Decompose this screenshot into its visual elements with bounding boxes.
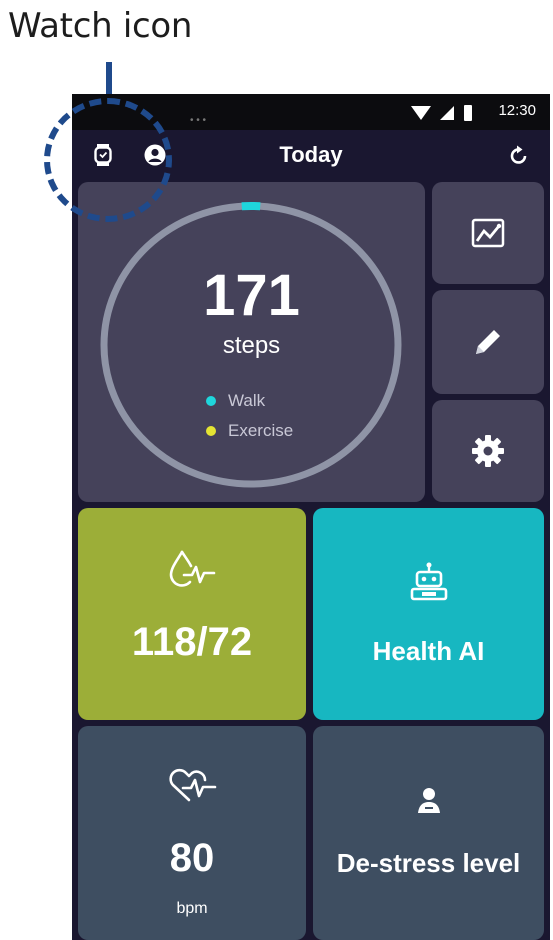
trends-button[interactable] (432, 182, 544, 284)
heart-rate-icon-wrap (78, 766, 306, 804)
steps-legend: Walk Exercise (206, 386, 293, 446)
status-icons (410, 102, 474, 124)
edit-button[interactable] (432, 290, 544, 394)
legend-item-exercise: Exercise (206, 416, 293, 446)
health-ai-icon-wrap (313, 562, 544, 602)
signal-icon (440, 106, 454, 120)
blood-pressure-icon-wrap (78, 548, 306, 588)
gear-icon (472, 435, 504, 467)
blood-drop-pulse-icon (169, 550, 216, 587)
heart-pulse-icon (169, 768, 217, 802)
exercise-legend-dot (206, 426, 216, 436)
steps-unit: steps (222, 332, 281, 359)
heart-rate-card[interactable]: 80 bpm (78, 726, 306, 940)
legend-label-exercise: Exercise (228, 421, 294, 440)
steps-value: 171 (203, 263, 300, 328)
refresh-icon (510, 145, 527, 164)
blood-pressure-value: 118/72 (131, 620, 253, 664)
notification-dots: • • • (190, 115, 207, 126)
steps-card[interactable]: 171 steps Walk Exercise (78, 182, 425, 502)
battery-icon (464, 105, 472, 121)
watch-icon-highlight-circle (44, 98, 172, 222)
phone-screen: • • • 12:30 Today 171 steps Walk Exercis… (72, 94, 550, 940)
status-time: 12:30 (498, 102, 536, 119)
blood-pressure-card[interactable]: 118/72 (78, 508, 306, 720)
refresh-button[interactable] (506, 142, 532, 168)
legend-item-walk: Walk (206, 386, 293, 416)
heart-rate-unit: bpm (176, 900, 208, 917)
destress-icon-wrap (313, 786, 544, 814)
walk-legend-dot (206, 396, 216, 406)
legend-label-walk: Walk (228, 391, 266, 410)
heart-rate-value: 80 (169, 836, 215, 880)
trend-chart-icon (471, 218, 505, 248)
watch-icon-callout-label: Watch icon (8, 6, 193, 46)
robot-icon (410, 562, 447, 601)
health-ai-card[interactable]: Health AI (313, 508, 544, 720)
destress-card[interactable]: De-stress level (313, 726, 544, 940)
pencil-icon (476, 330, 500, 354)
health-ai-label: Health AI (372, 636, 485, 666)
destress-label: De-stress level (336, 848, 521, 878)
person-relax-icon (417, 788, 440, 813)
settings-button[interactable] (432, 400, 544, 502)
wifi-icon (411, 106, 431, 120)
